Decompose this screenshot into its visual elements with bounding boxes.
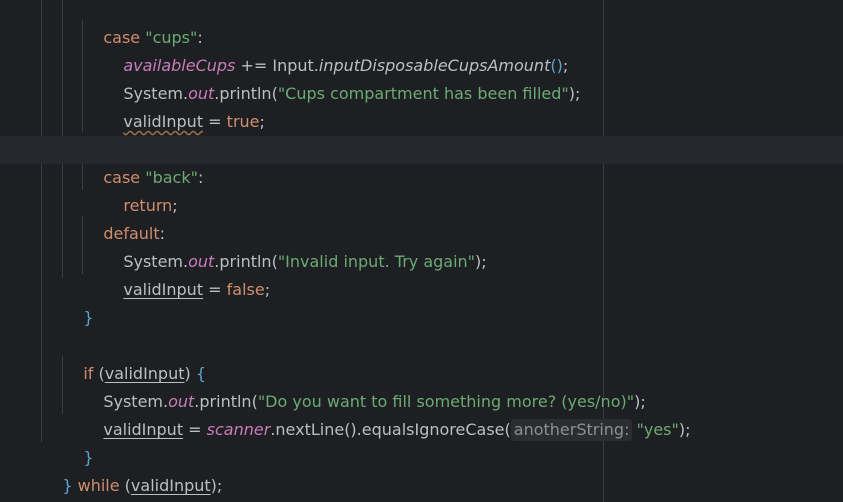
- code-line[interactable]: validInput = false;: [0, 248, 843, 299]
- current-code-line[interactable]: case "back":: [0, 136, 843, 187]
- code-line[interactable]: validInput = scanner.nextLine().equalsIg…: [0, 388, 843, 441]
- code-line[interactable]: } while (validInput);: [0, 444, 843, 495]
- code-line[interactable]: if (validInput) {: [0, 332, 843, 383]
- code-line[interactable]: [0, 304, 843, 332]
- code-line[interactable]: case "cups":: [0, 0, 843, 47]
- code-line[interactable]: System.out.println("Invalid input. Try a…: [0, 220, 843, 271]
- code-line[interactable]: }: [0, 416, 843, 467]
- code-line[interactable]: validInput = true;: [0, 80, 843, 131]
- code-line[interactable]: }: [0, 472, 843, 500]
- code-line[interactable]: default:: [0, 192, 843, 243]
- code-line[interactable]: availableCups += Input.inputDisposableCu…: [0, 24, 843, 75]
- code-line[interactable]: System.out.println("Do you want to fill …: [0, 360, 843, 411]
- code-line[interactable]: break;: [0, 108, 843, 159]
- code-editor[interactable]: case "cups": availableCups += Input.inpu…: [0, 0, 843, 502]
- code-line[interactable]: }: [0, 276, 843, 327]
- code-line[interactable]: System.out.println("Cups compartment has…: [0, 52, 843, 103]
- code-line[interactable]: return;: [0, 164, 843, 215]
